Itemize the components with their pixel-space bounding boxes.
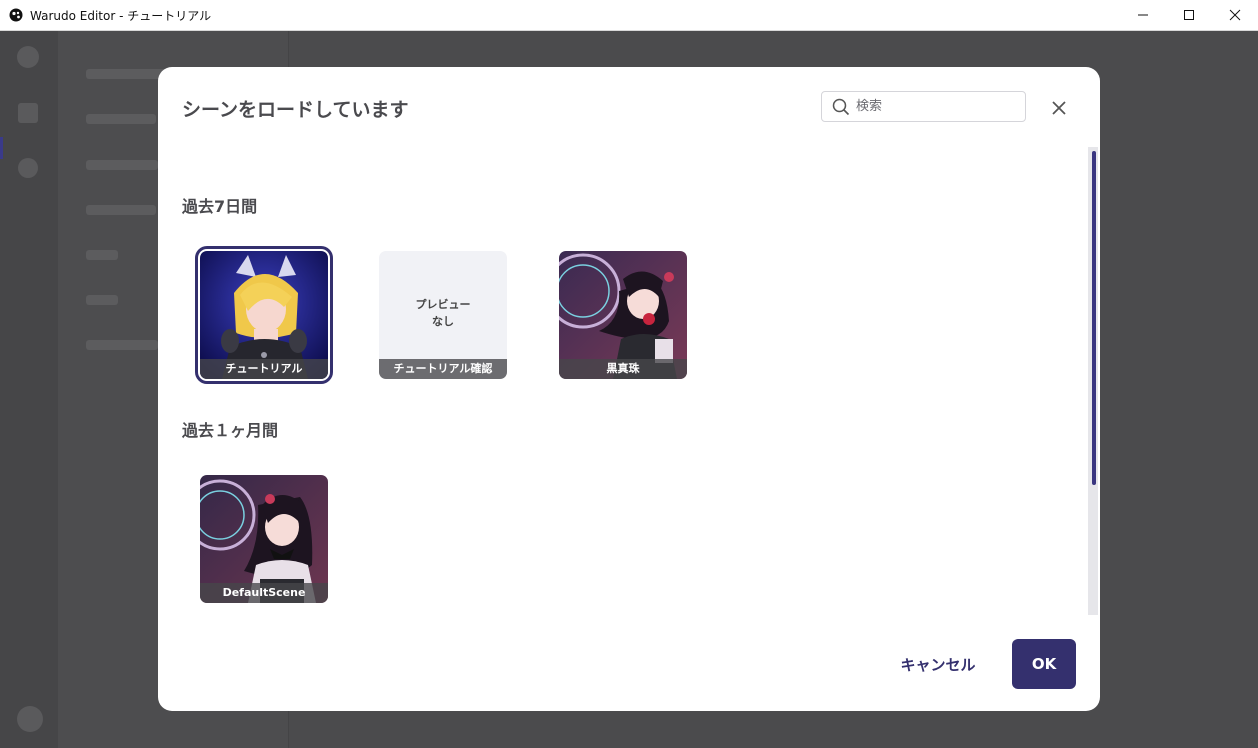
background-text-line [86, 205, 156, 215]
search-box[interactable] [821, 91, 1026, 122]
maximize-button[interactable] [1166, 0, 1212, 30]
scene-name: 黒真珠 [559, 359, 687, 379]
background-text-line [86, 340, 158, 350]
background-sidebar-accent [0, 137, 3, 159]
scrollbar-thumb[interactable] [1092, 151, 1096, 485]
scene-card-kuroshinju[interactable]: 黒真珠 [559, 251, 687, 379]
close-icon [1052, 101, 1066, 115]
scene-name: チュートリアル [200, 359, 328, 379]
warudo-app-icon [9, 8, 23, 22]
section-heading-past-7-days: 過去7日間 [182, 197, 258, 216]
scene-card-defaultscene[interactable]: DefaultScene [200, 475, 328, 603]
minimize-icon [1138, 14, 1148, 16]
background-list-icon [18, 103, 38, 123]
scene-card-tutorial[interactable]: チュートリアル [195, 246, 333, 384]
scene-name: チュートリアル確認 [379, 359, 507, 379]
cancel-button[interactable]: キャンセル [890, 639, 986, 689]
no-preview-text: プレビュー なし [415, 298, 471, 328]
dialog-title: シーンをロードしています [182, 99, 409, 121]
background-sidebar [0, 31, 59, 748]
background-text-line [86, 160, 158, 170]
window-title: Warudo Editor - チュートリアル [30, 9, 212, 23]
search-icon [832, 98, 850, 116]
maximize-icon [1184, 10, 1194, 20]
section-heading-past-1-month: 過去１ヶ月間 [182, 421, 279, 440]
background-avatar-icon [17, 706, 43, 732]
close-icon [1229, 9, 1241, 21]
dialog-close-button[interactable] [1048, 97, 1070, 119]
ok-button[interactable]: OK [1012, 639, 1076, 689]
minimize-button[interactable] [1120, 0, 1166, 30]
background-text-line [86, 114, 156, 124]
scene-name: DefaultScene [200, 583, 328, 603]
background-text-line [86, 250, 118, 260]
load-scene-dialog: シーンをロードしています 過去7日間 [158, 67, 1100, 711]
window-close-button[interactable] [1212, 0, 1258, 30]
window-titlebar: Warudo Editor - チュートリアル [0, 0, 1258, 31]
background-logo-icon [17, 46, 39, 68]
search-input[interactable] [856, 95, 1016, 117]
background-text-line [86, 295, 118, 305]
scene-card-tutorial-check[interactable]: プレビュー なし チュートリアル確認 [379, 251, 507, 379]
background-bulb-icon [18, 158, 38, 178]
background-text-line [86, 69, 166, 79]
